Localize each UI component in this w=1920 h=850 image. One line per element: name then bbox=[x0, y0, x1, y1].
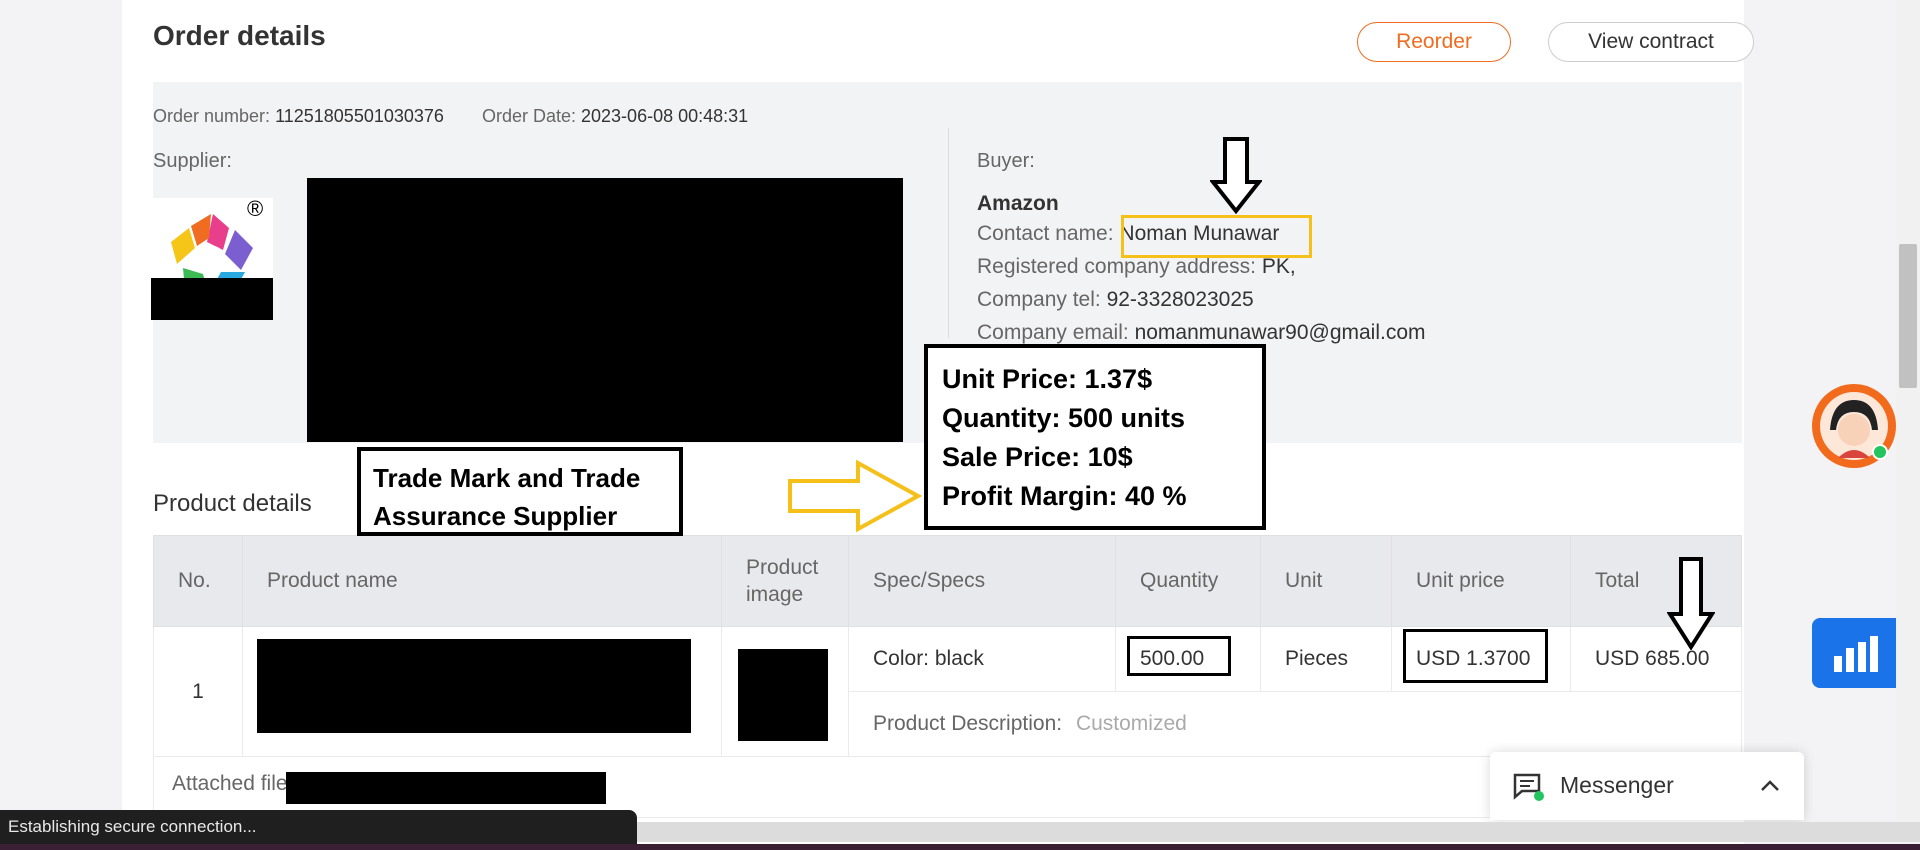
trade-annotation: Trade Mark and Trade Assurance Supplier bbox=[357, 447, 683, 536]
col-total: Total bbox=[1570, 535, 1742, 627]
pricing-line-quantity: Quantity: 500 units bbox=[942, 403, 1186, 433]
registered-icon: ® bbox=[247, 196, 264, 221]
status-bar: Establishing secure connection... bbox=[0, 810, 637, 844]
col-product-name: Product name bbox=[242, 535, 722, 627]
arrow-right-icon bbox=[788, 459, 922, 533]
attached-files-label: Attached files bbox=[172, 772, 299, 795]
description-value: Customized bbox=[1075, 712, 1187, 735]
redacted-attached-files bbox=[286, 772, 606, 804]
order-meta: Order number: 11251805501030376 Order Da… bbox=[153, 106, 748, 127]
col-quantity: Quantity bbox=[1115, 535, 1261, 627]
page-title: Order details bbox=[153, 20, 326, 51]
arrow-down-icon bbox=[1667, 557, 1715, 650]
row-product-image[interactable] bbox=[721, 626, 849, 757]
vertical-scrollbar[interactable] bbox=[1896, 0, 1920, 822]
product-details-title: Product details bbox=[153, 490, 312, 517]
trade-annotation-line1: Trade Mark and Trade bbox=[373, 463, 641, 493]
buyer-tel: Company tel: 92-3328023025 bbox=[977, 288, 1254, 312]
pricing-annotation: Unit Price: 1.37$ Quantity: 500 units Sa… bbox=[924, 344, 1266, 530]
row-product-name[interactable] bbox=[242, 626, 722, 757]
buyer-label: Buyer: bbox=[977, 150, 1035, 172]
order-number: 11251805501030376 bbox=[275, 106, 444, 126]
trade-annotation-line2: Assurance Supplier bbox=[373, 501, 618, 531]
order-number-label: Order number: bbox=[153, 106, 271, 126]
order-page: Order details Reorder View contract Orde… bbox=[122, 0, 1754, 850]
col-unit: Unit bbox=[1260, 535, 1392, 627]
description-label: Product Description: bbox=[873, 712, 1063, 735]
redacted-product-image bbox=[738, 649, 828, 741]
col-no: No. bbox=[153, 535, 243, 627]
messenger-widget[interactable]: Messenger bbox=[1490, 752, 1804, 820]
bar-chart-icon[interactable] bbox=[1812, 618, 1896, 688]
redacted-product-name bbox=[257, 639, 691, 733]
row-spec: Color: black bbox=[848, 626, 1116, 692]
buyer-address: Registered company address: PK, bbox=[977, 255, 1296, 279]
redacted-supplier-info bbox=[307, 178, 903, 442]
row-no: 1 bbox=[153, 626, 243, 757]
redacted-supplier-badge bbox=[151, 278, 273, 320]
supplier-label: Supplier: bbox=[153, 150, 232, 172]
address-value: PK, bbox=[1261, 255, 1296, 278]
contact-highlight bbox=[1121, 215, 1312, 258]
view-contract-button[interactable]: View contract bbox=[1548, 22, 1754, 62]
table-header: No. Product name Product image Spec/Spec… bbox=[153, 535, 1742, 627]
pricing-line-sale-price: Sale Price: 10$ bbox=[942, 442, 1133, 472]
order-date-label: Order Date: bbox=[481, 106, 576, 126]
reorder-button[interactable]: Reorder bbox=[1357, 22, 1511, 62]
quantity-highlight bbox=[1127, 636, 1231, 676]
tel-label: Company tel: bbox=[977, 288, 1101, 311]
email-label: Company email: bbox=[977, 321, 1129, 344]
horizontal-scrollbar[interactable] bbox=[637, 822, 1920, 842]
arrow-down-icon bbox=[1210, 137, 1262, 214]
taskbar-strip bbox=[0, 844, 1920, 850]
col-spec: Spec/Specs bbox=[848, 535, 1116, 627]
order-date: 2023-06-08 00:48:31 bbox=[581, 106, 749, 126]
buyer-company: Amazon bbox=[977, 192, 1059, 215]
col-product-image: Product image bbox=[721, 535, 849, 627]
messenger-label: Messenger bbox=[1560, 772, 1674, 798]
row-unit: Pieces bbox=[1260, 626, 1392, 692]
product-description: Product Description: Customized bbox=[848, 691, 1742, 757]
chat-icon bbox=[1513, 773, 1544, 801]
unit-price-highlight bbox=[1403, 629, 1548, 683]
col-unit-price: Unit price bbox=[1391, 535, 1571, 627]
vertical-scroll-thumb[interactable] bbox=[1899, 244, 1917, 388]
info-divider bbox=[948, 128, 949, 338]
chevron-up-icon[interactable] bbox=[1760, 778, 1780, 792]
pricing-line-unit-price: Unit Price: 1.37$ bbox=[942, 364, 1153, 394]
row-total: USD 685.00 bbox=[1570, 626, 1742, 692]
email-value: nomanmunawar90@gmail.com bbox=[1134, 321, 1426, 344]
support-avatar-icon[interactable] bbox=[1812, 384, 1896, 468]
tel-value: 92-3328023025 bbox=[1106, 288, 1254, 311]
pricing-line-profit-margin: Profit Margin: 40 % bbox=[942, 481, 1187, 511]
contact-label: Contact name: bbox=[977, 222, 1114, 245]
buyer-email: Company email: nomanmunawar90@gmail.com bbox=[977, 321, 1426, 345]
address-label: Registered company address: bbox=[977, 255, 1256, 278]
